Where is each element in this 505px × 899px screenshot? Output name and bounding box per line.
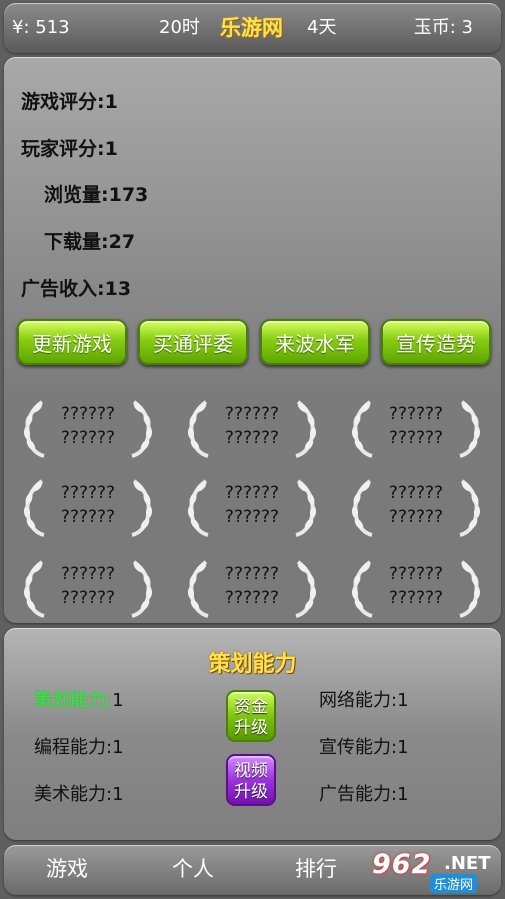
watermark-site: 乐游网 [430, 874, 478, 893]
skill-network-value: 1 [397, 690, 409, 711]
download-count-label: 下载量: [44, 231, 109, 253]
award-slot[interactable]: ???????????? [20, 554, 156, 624]
fund-upgrade-line2: 升级 [234, 718, 268, 738]
award-text: ???????????? [206, 481, 298, 529]
skill-planning[interactable]: 策划能力:1 [34, 686, 124, 712]
ad-income-label: 广告收入: [21, 278, 105, 300]
days-display: 4天 [307, 17, 337, 38]
skills-title: 策划能力 [208, 652, 297, 677]
tab-ranking[interactable]: 排行 [295, 845, 337, 893]
award-line1: ?????? [224, 404, 280, 424]
award-line1: ?????? [60, 483, 116, 503]
tab-profile[interactable]: 个人 [172, 845, 214, 893]
player-score-value: 1 [104, 138, 118, 160]
skill-advertising-value: 1 [397, 784, 409, 805]
ad-income: 广告收入:13 [21, 274, 131, 301]
player-score: 玩家评分:1 [21, 134, 118, 161]
award-slot[interactable]: ???????????? [348, 394, 484, 464]
skills-panel: 策划能力 策划能力:1 编程能力:1 美术能力:1 网络能力:1 宣传能力:1 … [4, 628, 501, 840]
award-line2: ?????? [60, 588, 116, 608]
watermark-number: 962 [372, 849, 432, 880]
video-upgrade-line1: 视频 [234, 761, 268, 781]
award-slot[interactable]: ???????????? [348, 473, 484, 543]
award-slot[interactable]: ???????????? [348, 554, 484, 624]
game-score: 游戏评分:1 [21, 87, 118, 114]
fund-upgrade-line1: 资金 [234, 697, 268, 717]
view-count-label: 浏览量: [44, 184, 109, 206]
money-display: ¥: 513 [12, 17, 70, 38]
skill-programming-value: 1 [112, 737, 124, 758]
skill-network[interactable]: 网络能力:1 [319, 686, 409, 712]
view-count-value: 173 [108, 184, 149, 206]
award-text: ???????????? [42, 402, 134, 450]
promote-button[interactable]: 宣传造势 [381, 319, 491, 365]
award-text: ???????????? [42, 562, 134, 610]
award-line1: ?????? [388, 564, 444, 584]
time-display: 20时 [159, 17, 200, 38]
award-line2: ?????? [60, 428, 116, 448]
skill-programming[interactable]: 编程能力:1 [34, 733, 124, 759]
game-score-value: 1 [104, 91, 118, 113]
award-line2: ?????? [388, 507, 444, 527]
award-slot[interactable]: ???????????? [20, 394, 156, 464]
player-score-label: 玩家评分: [21, 138, 105, 160]
tab-game[interactable]: 游戏 [46, 845, 88, 893]
bribe-judges-button[interactable]: 买通评委 [138, 319, 248, 365]
award-slot[interactable]: ???????????? [184, 554, 320, 624]
view-count: 浏览量:173 [44, 180, 148, 207]
award-text: ???????????? [370, 481, 462, 529]
skill-publicity-value: 1 [397, 737, 409, 758]
award-slot[interactable]: ???????????? [20, 473, 156, 543]
download-count: 下载量:27 [44, 227, 135, 254]
top-status-bar: ¥: 513 20时 乐游网 4天 玉币: 3 [4, 3, 501, 53]
award-line2: ?????? [388, 588, 444, 608]
skill-network-label: 网络能力: [319, 690, 398, 711]
award-line1: ?????? [60, 564, 116, 584]
skill-advertising-label: 广告能力: [319, 784, 398, 805]
video-upgrade-line2: 升级 [234, 782, 268, 802]
coins-display: 玉币: 3 [413, 17, 473, 38]
award-line1: ?????? [388, 483, 444, 503]
award-line1: ?????? [388, 404, 444, 424]
update-game-button[interactable]: 更新游戏 [17, 319, 127, 365]
award-line1: ?????? [224, 564, 280, 584]
download-count-value: 27 [108, 231, 136, 253]
award-text: ???????????? [206, 562, 298, 610]
award-slot[interactable]: ???????????? [184, 473, 320, 543]
site-watermark-logo: 962 .NET 乐游网 [366, 847, 502, 895]
fund-upgrade-button[interactable]: 资金 升级 [226, 690, 276, 742]
award-line2: ?????? [60, 507, 116, 527]
award-slot[interactable]: ???????????? [184, 394, 320, 464]
award-text: ???????????? [370, 402, 462, 450]
award-text: ???????????? [42, 481, 134, 529]
video-upgrade-button[interactable]: 视频 升级 [226, 754, 276, 806]
game-stats-panel: 游戏评分:1 玩家评分:1 浏览量:173 下载量:27 广告收入:13 更新游… [4, 57, 501, 623]
skill-planning-label: 策划能力: [34, 690, 113, 711]
award-line2: ?????? [224, 588, 280, 608]
skill-art-label: 美术能力: [34, 784, 113, 805]
skill-planning-value: 1 [112, 690, 124, 711]
ad-income-value: 13 [104, 278, 132, 300]
skill-advertising[interactable]: 广告能力:1 [319, 780, 409, 806]
award-line2: ?????? [388, 428, 444, 448]
skill-publicity-label: 宣传能力: [319, 737, 398, 758]
skill-art-value: 1 [112, 784, 124, 805]
watermark-suffix: .NET [444, 853, 491, 874]
award-line1: ?????? [224, 483, 280, 503]
skill-art[interactable]: 美术能力:1 [34, 780, 124, 806]
skill-programming-label: 编程能力: [34, 737, 113, 758]
award-text: ???????????? [206, 402, 298, 450]
award-line2: ?????? [224, 507, 280, 527]
skill-publicity[interactable]: 宣传能力:1 [319, 733, 409, 759]
app-title: 乐游网 [220, 16, 283, 40]
hire-shills-button[interactable]: 来波水军 [260, 319, 370, 365]
game-score-label: 游戏评分: [21, 91, 105, 113]
award-line1: ?????? [60, 404, 116, 424]
award-text: ???????????? [370, 562, 462, 610]
award-line2: ?????? [224, 428, 280, 448]
